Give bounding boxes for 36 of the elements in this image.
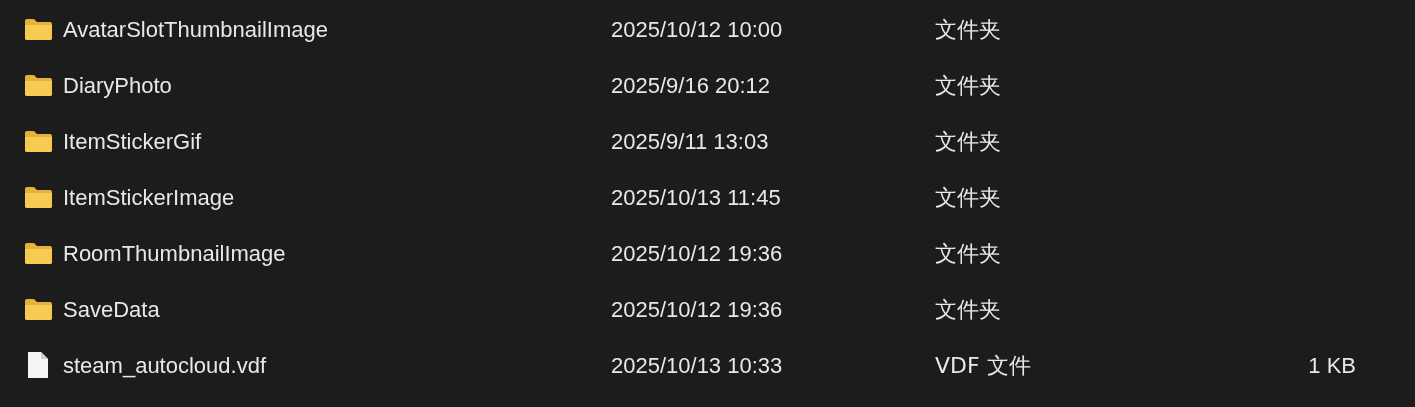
file-name: SaveData	[63, 295, 161, 324]
file-type: 文件夹	[935, 295, 1002, 324]
file-row[interactable]: steam_autocloud.vdf 2025/10/13 10:33 VDF 文件 1 KB	[0, 337, 1415, 393]
file-name: steam_autocloud.vdf	[63, 351, 268, 380]
file-type: VDF 文件	[935, 351, 1032, 380]
folder-icon	[24, 73, 53, 97]
file-type: 文件夹	[935, 239, 1002, 268]
modified-date: 2025/10/12 10:00	[611, 15, 784, 44]
modified-date: 2025/10/12 19:36	[611, 295, 784, 324]
file-name: AvatarSlotThumbnailImage	[63, 15, 329, 44]
folder-icon	[24, 241, 53, 265]
file-row[interactable]: RoomThumbnailImage 2025/10/12 19:36 文件夹	[0, 225, 1415, 281]
document-icon	[27, 351, 49, 379]
file-row[interactable]: DiaryPhoto 2025/9/16 20:12 文件夹	[0, 57, 1415, 113]
modified-date: 2025/9/11 13:03	[611, 127, 770, 156]
file-type: 文件夹	[935, 15, 1002, 44]
file-type: 文件夹	[935, 127, 1002, 156]
file-name: ItemStickerImage	[63, 183, 236, 212]
file-row[interactable]: SaveData 2025/10/12 19:36 文件夹	[0, 281, 1415, 337]
folder-icon	[24, 17, 53, 41]
folder-icon	[24, 297, 53, 321]
modified-date: 2025/9/16 20:12	[611, 71, 772, 100]
folder-icon	[24, 129, 53, 153]
modified-date: 2025/10/13 10:33	[611, 351, 784, 380]
file-size: 1 KB	[1307, 351, 1356, 380]
file-row[interactable]: ItemStickerGif 2025/9/11 13:03 文件夹	[0, 113, 1415, 169]
file-row[interactable]: AvatarSlotThumbnailImage 2025/10/12 10:00 文件夹	[0, 1, 1415, 57]
file-type: 文件夹	[935, 183, 1002, 212]
file-name: ItemStickerGif	[63, 127, 203, 156]
file-name: RoomThumbnailImage	[63, 239, 287, 268]
modified-date: 2025/10/13 11:45	[611, 183, 782, 212]
file-type: 文件夹	[935, 71, 1002, 100]
modified-date: 2025/10/12 19:36	[611, 239, 784, 268]
folder-icon	[24, 185, 53, 209]
file-name: DiaryPhoto	[63, 71, 173, 100]
file-row[interactable]: ItemStickerImage 2025/10/13 11:45 文件夹	[0, 169, 1415, 225]
